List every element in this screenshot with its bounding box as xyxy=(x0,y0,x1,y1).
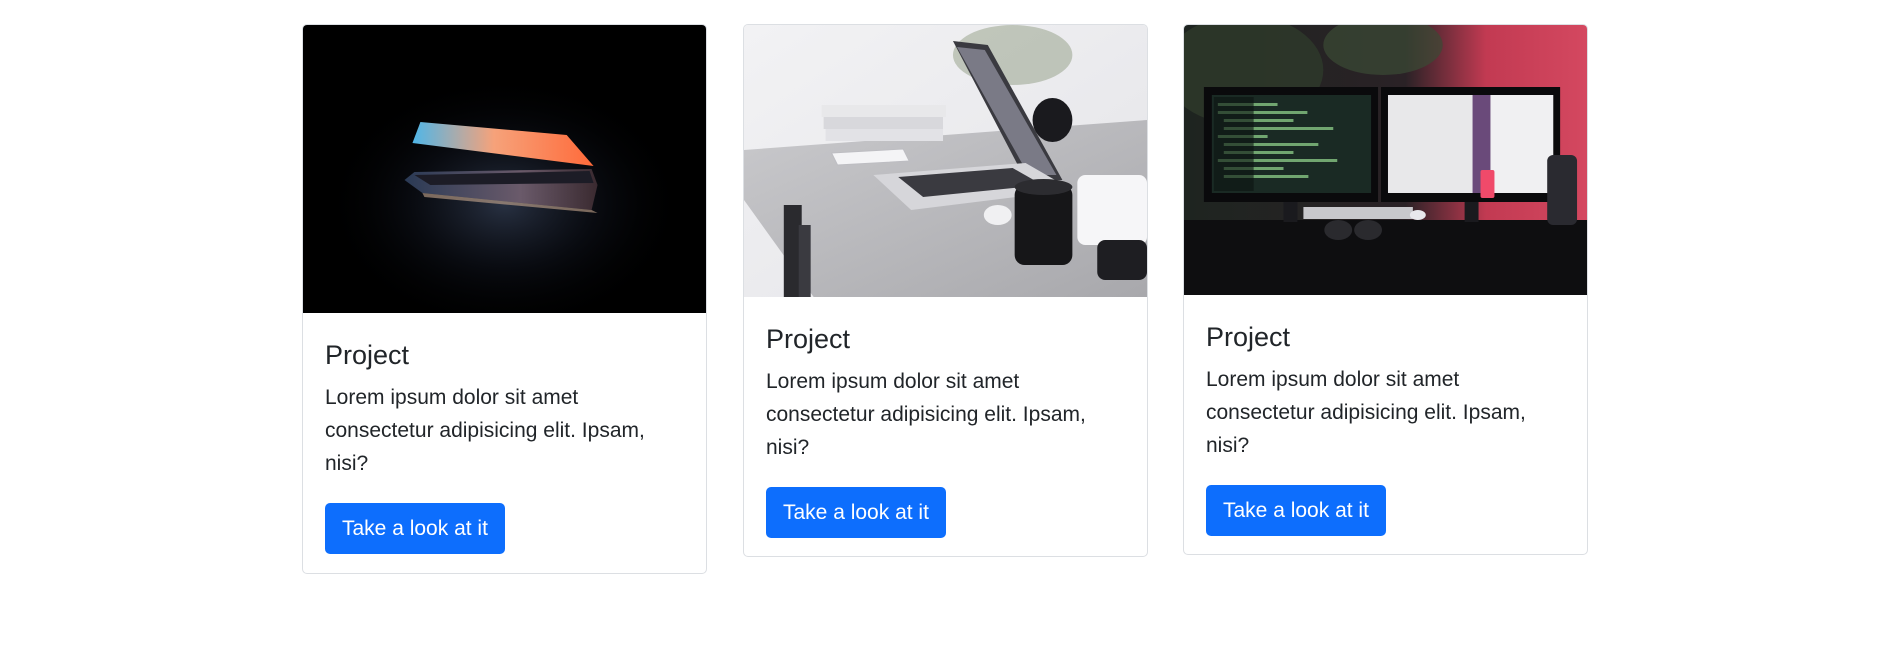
card-body: Project Lorem ipsum dolor sit amet conse… xyxy=(744,297,1147,556)
project-card: Project Lorem ipsum dolor sit amet conse… xyxy=(1183,24,1588,555)
card-text: Lorem ipsum dolor sit amet consectetur a… xyxy=(766,370,1086,460)
take-a-look-button[interactable]: Take a look at it xyxy=(1206,485,1386,537)
card-title: Project xyxy=(766,324,851,354)
workstation-monitors-image xyxy=(1184,25,1587,295)
card-body: Project Lorem ipsum dolor sit amet conse… xyxy=(1184,295,1587,554)
card-title: Project xyxy=(1206,322,1291,352)
card-title: Project xyxy=(325,340,410,370)
take-a-look-button[interactable]: Take a look at it xyxy=(766,487,946,539)
laptop-dark-image xyxy=(303,25,706,313)
take-a-look-button[interactable]: Take a look at it xyxy=(325,503,505,555)
card-text: Lorem ipsum dolor sit amet consectetur a… xyxy=(1206,368,1526,458)
desk-laptop-image xyxy=(744,25,1147,297)
project-card: Project Lorem ipsum dolor sit amet conse… xyxy=(302,24,707,574)
card-text: Lorem ipsum dolor sit amet consectetur a… xyxy=(325,386,645,476)
card-body: Project Lorem ipsum dolor sit amet conse… xyxy=(303,313,706,573)
project-card: Project Lorem ipsum dolor sit amet conse… xyxy=(743,24,1148,557)
